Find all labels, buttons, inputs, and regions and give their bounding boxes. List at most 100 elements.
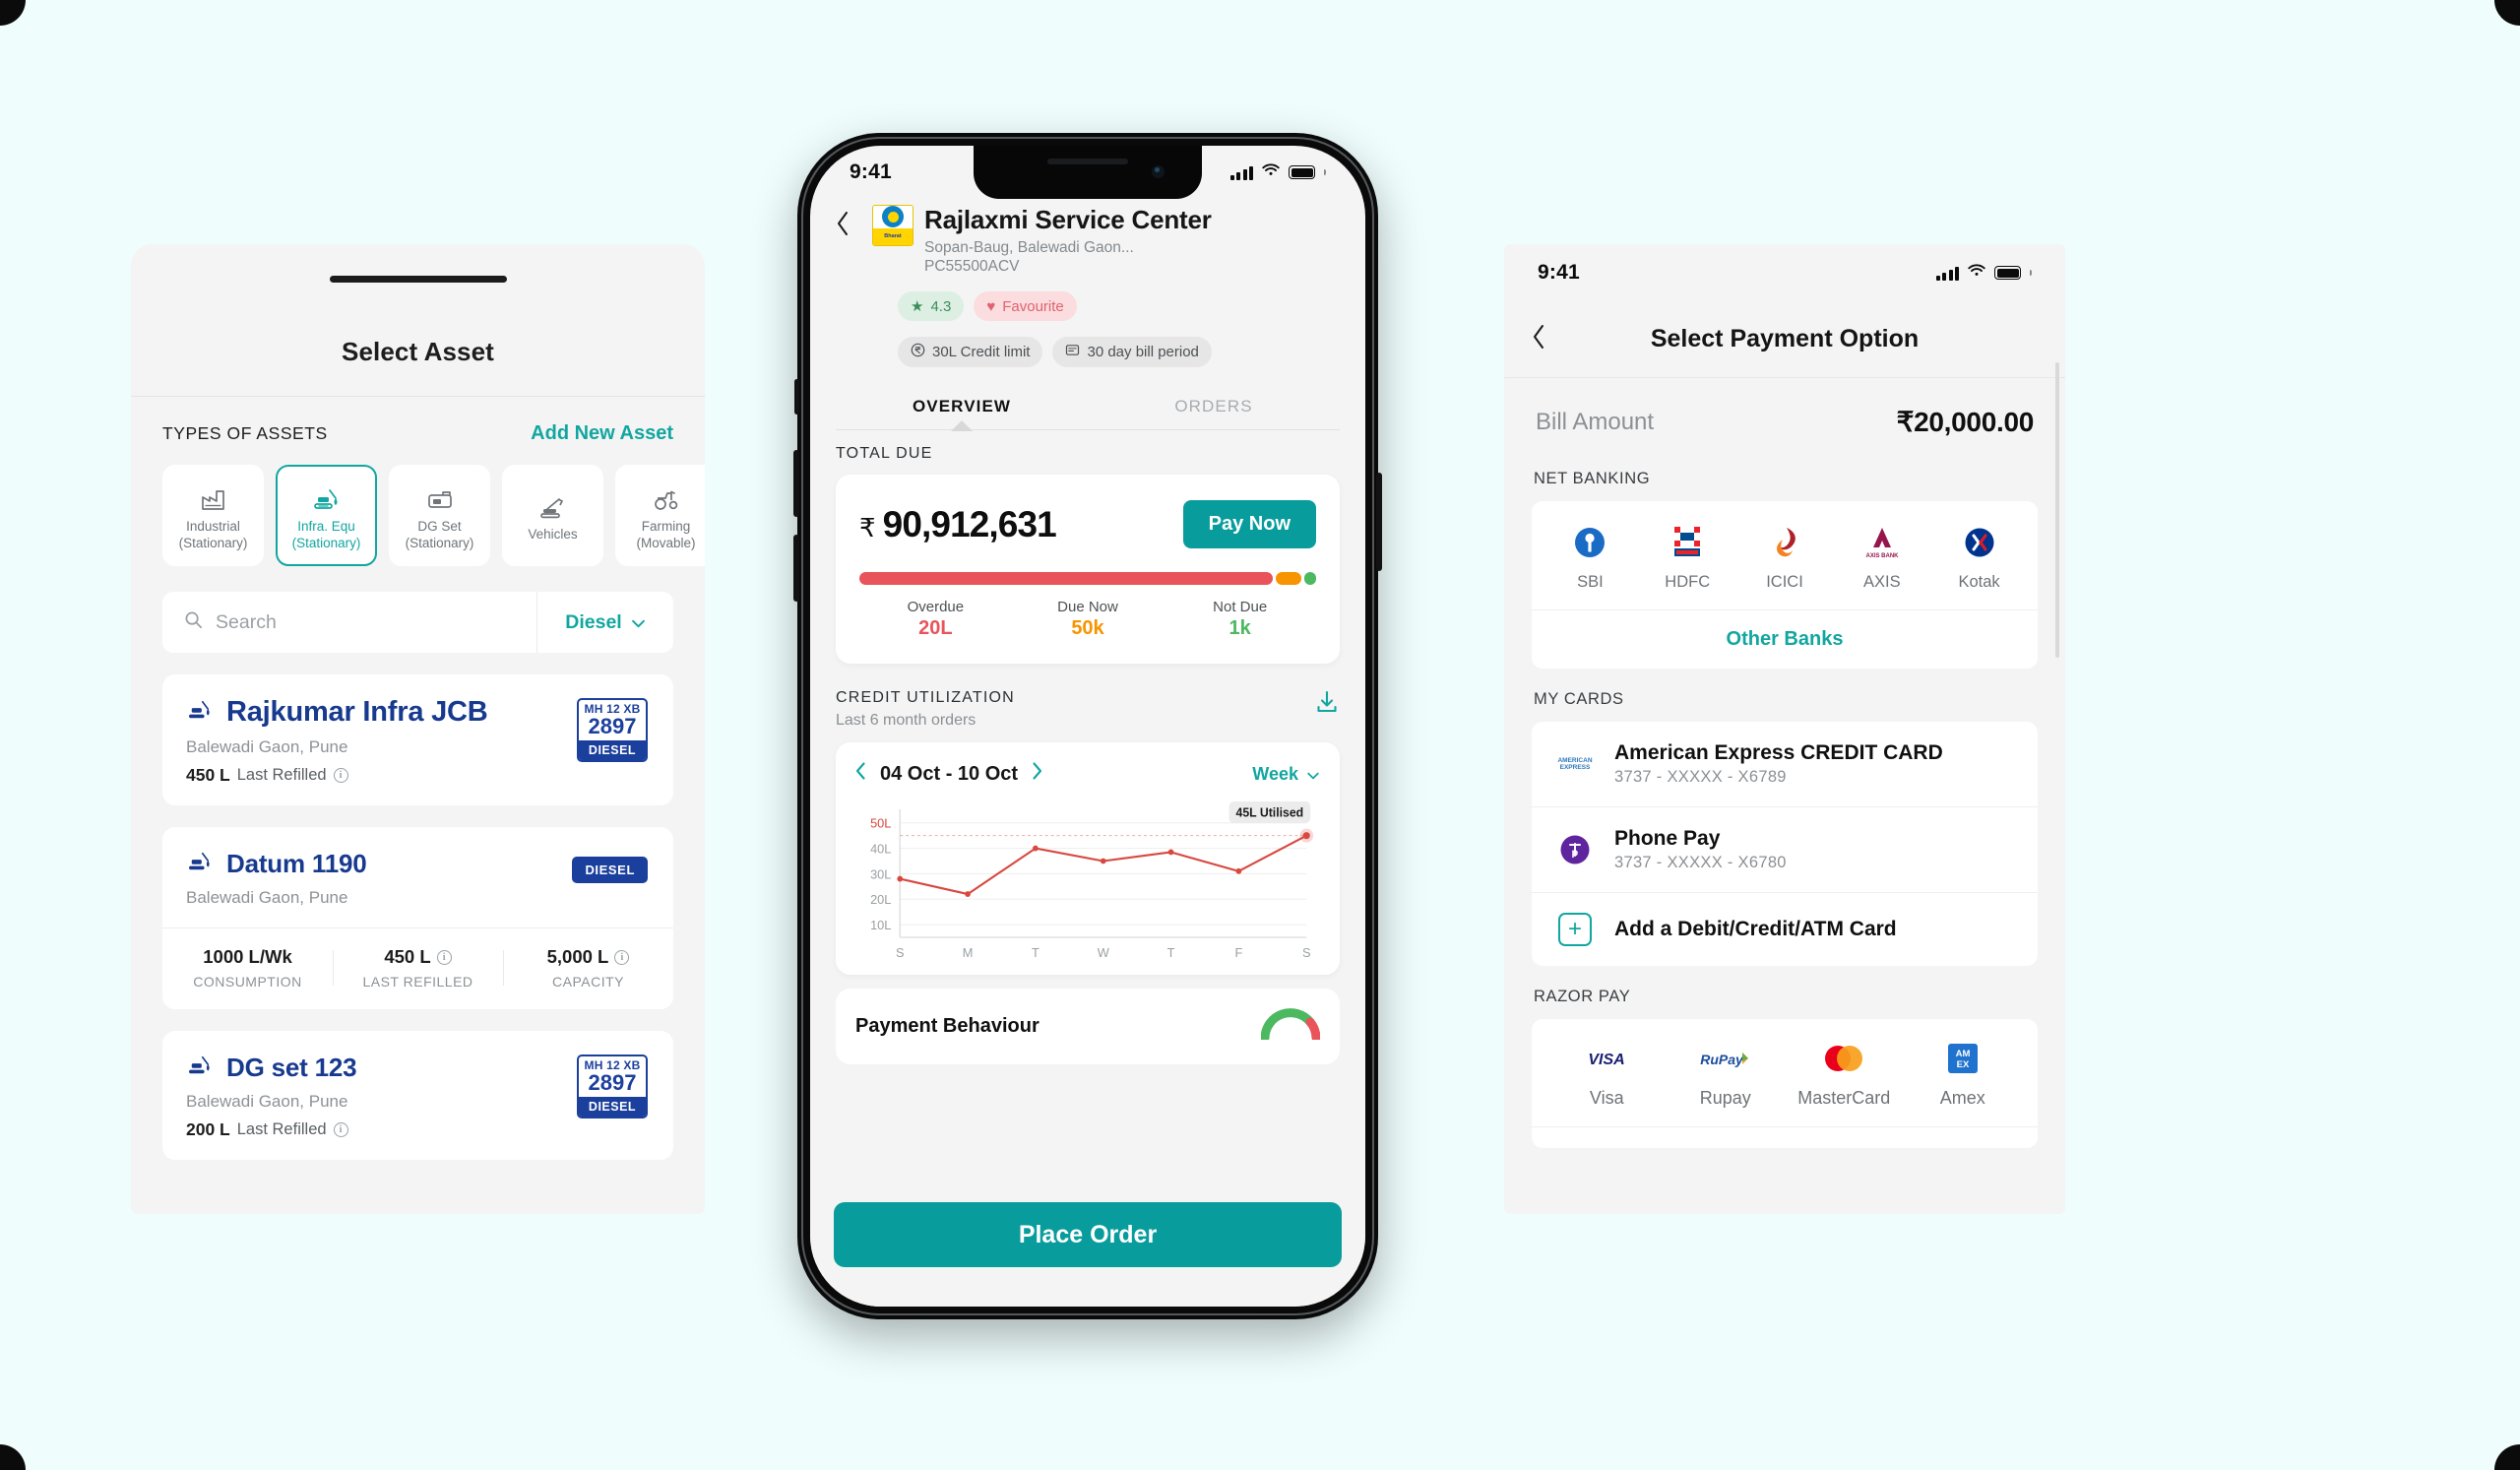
bank-name: SBI (1577, 573, 1604, 591)
card-network-list: VISA Visa RuPay Rupay MasterCard AM EX A… (1532, 1019, 2038, 1126)
svg-text:S: S (1302, 945, 1311, 960)
progress-segment-due-now (1276, 572, 1301, 585)
asset-card[interactable]: DG set 123 Balewadi Gaon, Pune 200 L Las… (162, 1031, 673, 1160)
bank-option-axis[interactable]: AXIS BANK AXIS (1833, 523, 1930, 592)
power-button[interactable] (1376, 473, 1382, 571)
prev-period-button[interactable] (855, 762, 866, 786)
svg-text:10L: 10L (870, 918, 891, 932)
svg-text:F: F (1234, 945, 1242, 960)
razor-pay-label: RAZOR PAY (1534, 988, 1631, 1005)
saved-card-amex[interactable]: AMERICAN EXPRESS American Express CREDIT… (1532, 722, 2038, 806)
star-icon: ★ (911, 298, 924, 315)
merchant-badge-row-1: ★ 4.3 ♥ Favourite (898, 291, 1340, 321)
asset-refill-row: 200 L Last Refilled i (186, 1119, 650, 1140)
tab-orders[interactable]: ORDERS (1088, 387, 1340, 429)
add-card-row[interactable]: + Add a Debit/Credit/ATM Card (1532, 892, 2038, 966)
net-banking-label: NET BANKING (1534, 470, 1651, 487)
wifi-icon (1968, 264, 1985, 282)
fuel-type-dropdown[interactable]: Diesel (536, 592, 673, 653)
my-cards-card: AMERICAN EXPRESS American Express CREDIT… (1532, 722, 2038, 966)
chart-date-range: 04 Oct - 10 Oct (855, 762, 1042, 786)
network-option-amex[interactable]: AM EX Amex (1904, 1041, 2023, 1109)
asset-card[interactable]: Rajkumar Infra JCB Balewadi Gaon, Pune 4… (162, 674, 673, 805)
bank-option-icici[interactable]: ICICI (1736, 523, 1834, 592)
saved-card-phonepe[interactable]: ₚ Phone Pay 3737 - XXXXX - X6780 (1532, 806, 2038, 892)
battery-icon (1289, 165, 1315, 179)
asset-type-chip-farming[interactable]: Farming (Movable) (615, 465, 705, 566)
download-icon[interactable] (1314, 689, 1340, 720)
chip-label-line2: (Stationary) (405, 535, 474, 550)
tab-bar: OVERVIEW ORDERS (836, 387, 1340, 431)
bill-period-badge: 30 day bill period (1052, 337, 1212, 367)
scrollbar[interactable] (2055, 362, 2059, 658)
chip-label-line1: Infra. Equ (297, 519, 355, 535)
crane-truck-icon (539, 487, 567, 519)
bank-option-kotak[interactable]: Kotak (1930, 523, 2028, 592)
asset-card-main: DG set 123 Balewadi Gaon, Pune 200 L Las… (162, 1031, 673, 1160)
logo-text-top: Bharat (884, 232, 902, 239)
amex-logo-icon: AM EX (1946, 1041, 1980, 1076)
svg-text:20L: 20L (870, 892, 891, 907)
chart-period-dropdown[interactable]: Week (1252, 764, 1320, 785)
other-banks-button[interactable]: Other Banks (1532, 609, 2038, 669)
chip-label-line2: (Stationary) (178, 535, 248, 550)
back-button[interactable] (836, 205, 861, 241)
pay-now-button[interactable]: Pay Now (1182, 500, 1316, 548)
tractor-icon (653, 479, 680, 511)
svg-text:S: S (896, 945, 905, 960)
overview-scroll-area[interactable]: TOTAL DUE ₹ 90,912,631 Pay Now Overdue 2… (810, 427, 1365, 1186)
svg-text:RuPay: RuPay (1700, 1052, 1744, 1067)
search-input[interactable]: Search (162, 610, 536, 634)
payment-behaviour-card[interactable]: Payment Behaviour (836, 989, 1340, 1064)
asset-type-chip-industrial[interactable]: Industrial (Stationary) (162, 465, 264, 566)
page-title: Select Payment Option (1650, 325, 1920, 352)
credit-utilization-header: CREDIT UTILIZATION Last 6 month orders (836, 689, 1340, 730)
info-icon[interactable]: i (333, 1122, 348, 1137)
info-icon[interactable]: i (436, 949, 452, 965)
volume-down-button[interactable] (793, 535, 799, 602)
sheet-header: Select Asset (131, 244, 705, 397)
network-name: Visa (1589, 1088, 1624, 1108)
favourite-badge[interactable]: ♥ Favourite (974, 291, 1077, 321)
legend-value: 1k (1228, 617, 1251, 639)
bank-list: SBI HDFC ICICI AXIS BANK AXIS Kotak (1532, 501, 2038, 609)
bank-option-sbi[interactable]: SBI (1542, 523, 1639, 592)
network-option-mastercard[interactable]: MasterCard (1785, 1041, 1904, 1109)
info-icon[interactable]: i (614, 949, 630, 965)
volume-up-button[interactable] (793, 450, 799, 517)
silent-switch[interactable] (794, 379, 799, 415)
asset-refill-row: 450 L Last Refilled i (186, 765, 650, 786)
svg-text:30L: 30L (870, 866, 891, 881)
info-icon[interactable]: i (333, 768, 348, 783)
network-name: MasterCard (1797, 1088, 1891, 1108)
asset-refill-label: Last Refilled (236, 1120, 327, 1138)
asset-type-chip-vehicles[interactable]: Vehicles (502, 465, 603, 566)
merchant-header: Bharat Rajlaxmi Service Center Sopan-Bau… (810, 199, 1365, 431)
asset-card[interactable]: Datum 1190 Balewadi Gaon, Pune DIESEL 10… (162, 827, 673, 1009)
add-new-asset-button[interactable]: Add New Asset (531, 422, 673, 445)
next-period-button[interactable] (1032, 762, 1042, 786)
asset-type-chip-dg-set[interactable]: DG Set (Stationary) (389, 465, 490, 566)
asset-stat-last-refilled: 450 L i LAST REFILLED (333, 946, 503, 990)
legend-overdue: Overdue 20L (859, 599, 1012, 640)
bill-period-label: 30 day bill period (1087, 344, 1199, 360)
select-payment-screen: 9:41 Select Payment Option Bill Amount ₹… (1504, 244, 2065, 1214)
chip-label-line2: (Movable) (636, 535, 696, 550)
chip-label-line1: DG Set (417, 519, 462, 535)
svg-text:AXIS BANK: AXIS BANK (1865, 553, 1899, 559)
svg-text:AMERICAN: AMERICAN (1557, 757, 1592, 764)
asset-type-chip-infra-equ[interactable]: Infra. Equ (Stationary) (276, 465, 377, 566)
sheet-drag-handle[interactable] (329, 276, 507, 283)
svg-text:W: W (1098, 945, 1110, 960)
network-option-rupay[interactable]: RuPay Rupay (1667, 1041, 1786, 1109)
total-due-amount: ₹ 90,912,631 (859, 504, 1057, 545)
sheet-body: TYPES OF ASSETS Add New Asset Industrial… (131, 397, 705, 1160)
search-row: Search Diesel (162, 592, 673, 653)
bank-option-hdfc[interactable]: HDFC (1639, 523, 1736, 592)
bank-name: AXIS (1862, 573, 1901, 591)
asset-refill-value: 200 L (186, 1119, 230, 1139)
network-option-visa[interactable]: VISA Visa (1547, 1041, 1667, 1109)
types-header-row: TYPES OF ASSETS Add New Asset (162, 422, 673, 445)
place-order-button[interactable]: Place Order (834, 1202, 1342, 1267)
payment-body: Bill Amount ₹20,000.00 NET BANKING SBI H… (1504, 378, 2065, 1148)
